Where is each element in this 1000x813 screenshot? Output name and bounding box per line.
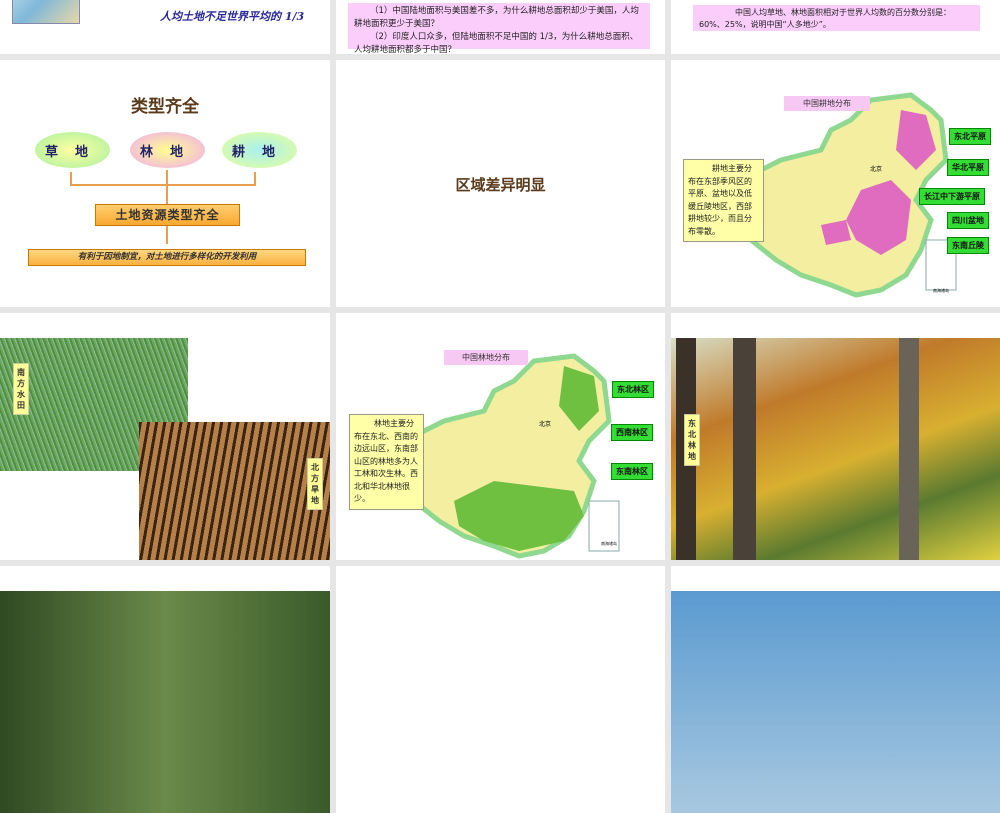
label-southwest-forest: 西南林区 — [611, 424, 653, 441]
oval-forest: 林 地 — [130, 132, 205, 168]
slide-thumbnail-3[interactable]: 中国人均草地、林地面积相对于世界人均数的百分数分别是：60%、25%，说明中国“… — [671, 0, 1000, 54]
map-image — [12, 0, 80, 24]
label-yangtze-plain: 长江中下游平原 — [919, 188, 985, 205]
slide-thumbnail-9[interactable]: 东北林地 — [671, 313, 1000, 560]
slide-thumbnail-1[interactable]: 人均土地不足世界平均的 1/3 — [0, 0, 330, 54]
label-northeast-plain: 东北平原 — [949, 128, 991, 145]
city-label: 北京 — [539, 421, 552, 428]
slide-title: 区域差异明显 — [455, 176, 546, 194]
slide-thumbnail-10[interactable] — [0, 566, 330, 813]
connector-lines — [70, 172, 256, 186]
slide-thumbnail-11[interactable] — [336, 566, 665, 813]
center-box: 土地资源类型齐全 — [95, 204, 240, 226]
label-south-paddy: 南方水田 — [13, 363, 29, 415]
dry-field-photo — [139, 422, 330, 560]
slide-thumbnail-12[interactable] — [671, 566, 1000, 813]
map-note: 耕地主要分布在东部季风区的平原、盆地以及低缓丘陵地区，西部耕地较少，而且分布零散… — [683, 159, 764, 242]
label-southeast-forest: 东南林区 — [611, 463, 653, 480]
city-label: 北京 — [870, 166, 883, 173]
map-note: 林地主要分布在东北、西南的边远山区，东南部山区的林地多为人工林和次生林。西北和华… — [349, 414, 424, 510]
tree-photo — [0, 591, 330, 813]
oval-grassland: 草 地 — [35, 132, 110, 168]
label-northeast-forest: 东北林地 — [684, 414, 700, 466]
label-north-china-plain: 华北平原 — [947, 159, 989, 176]
slide-thumbnail-7[interactable]: 南方水田 北方旱地 — [0, 313, 330, 560]
fact-box: 中国人均草地、林地面积相对于世界人均数的百分数分别是：60%、25%，说明中国“… — [693, 5, 980, 31]
slide-thumbnail-5[interactable]: 区域差异明显 — [336, 60, 665, 307]
oval-cropland: 耕 地 — [222, 132, 297, 168]
map-title: 中国林地分布 — [444, 350, 528, 365]
slide-caption: 人均土地不足世界平均的 1/3 — [160, 10, 305, 23]
question-2: （2）印度人口众多，但陆地面积不足中国的 1/3，为什么耕地总面积、人均耕地面积… — [354, 32, 639, 54]
label-north-dryland: 北方旱地 — [307, 458, 323, 510]
slide-thumbnail-2[interactable]: （1）中国陆地面积与美国差不多，为什么耕地总面积却少于美国，人均耕地面积更少于美… — [336, 0, 665, 54]
question-1: （1）中国陆地面积与美国差不多，为什么耕地总面积却少于美国，人均耕地面积更少于美… — [354, 6, 639, 29]
slide-thumbnail-8[interactable]: 中国林地分布 林地主要分布在东北、西南的边远山区，东南部山区的林地多为人工林和次… — [336, 313, 665, 560]
bottom-box: 有利于因地制宜，对土地进行多样化的开发利用 — [28, 249, 306, 266]
inset-label: 南海诸岛 — [601, 541, 617, 546]
question-box: （1）中国陆地面积与美国差不多，为什么耕地总面积却少于美国，人均耕地面积更少于美… — [348, 3, 650, 54]
slide-thumbnail-6[interactable]: 中国耕地分布 耕地主要分布在东部季风区的平原、盆地以及低缓丘陵地区，西部耕地较少… — [671, 60, 1000, 307]
label-northeast-forest: 东北林区 — [612, 381, 654, 398]
inset-label: 南海诸岛 — [933, 288, 949, 293]
label-southeast-hills: 东南丘陵 — [947, 237, 989, 254]
forest-photo — [671, 338, 1000, 560]
slide-title: 类型齐全 — [131, 97, 199, 117]
map-title: 中国耕地分布 — [784, 96, 870, 111]
landscape-photo — [671, 591, 1000, 813]
label-sichuan-basin: 四川盆地 — [947, 212, 989, 229]
slide-thumbnail-4[interactable]: 类型齐全 草 地 林 地 耕 地 土地资源类型齐全 有利于因地制宜，对土地进行多… — [0, 60, 330, 307]
